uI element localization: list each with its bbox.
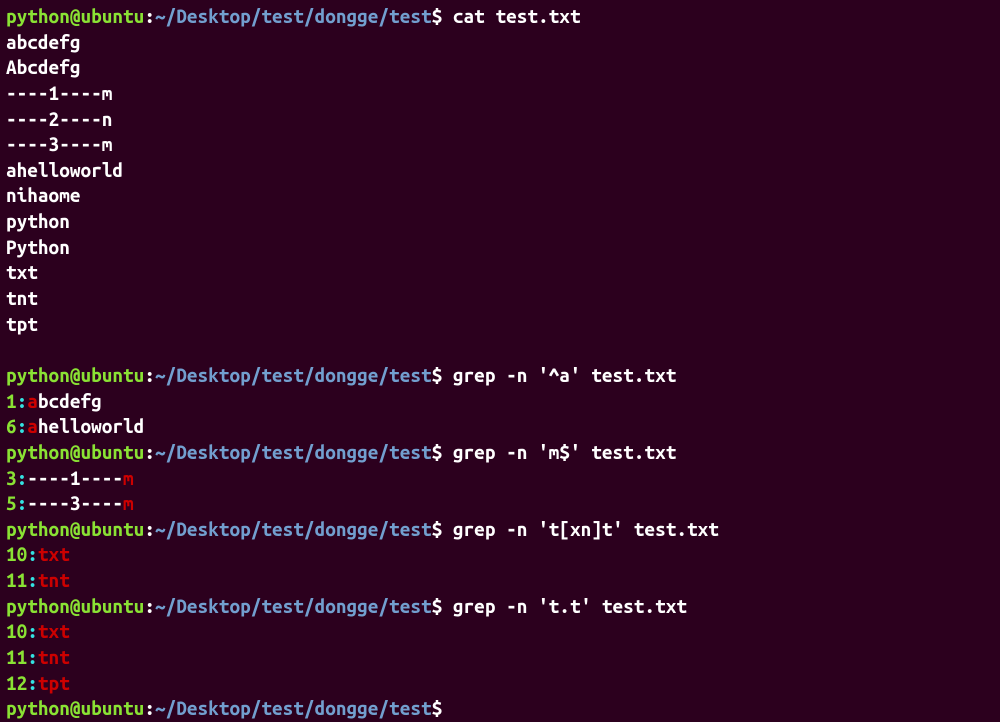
prompt-tilde: ~ [155,518,166,540]
grep-linenum: 10 [6,543,27,565]
grep-match: tnt [38,569,70,591]
grep-linenum: 1 [6,390,17,412]
grep-linenum: 11 [6,646,27,668]
grep-result: 6:ahelloworld [6,414,994,440]
prompt-line-current[interactable]: python@ubuntu:~/Desktop/test/dongge/test… [6,696,994,722]
blank-line [6,337,994,363]
prompt-colon: : [144,441,155,463]
prompt-user: python@ubuntu [6,441,144,463]
grep-rest: helloworld [38,415,144,437]
output-line: ahelloworld [6,158,994,184]
prompt-user: python@ubuntu [6,5,144,27]
command-text: cat test.txt [442,5,580,27]
terminal-output: python@ubuntu:~/Desktop/test/dongge/test… [6,4,994,722]
prompt-dollar: $ [432,697,443,719]
prompt-line[interactable]: python@ubuntu:~/Desktop/test/dongge/test… [6,363,994,389]
grep-sep: : [27,569,38,591]
command-text: grep -n 'm$' test.txt [442,441,676,463]
prompt-dollar: $ [432,518,443,540]
prompt-user: python@ubuntu [6,697,144,719]
grep-sep: : [17,390,28,412]
prompt-colon: : [144,697,155,719]
output-line: Abcdefg [6,55,994,81]
grep-sep: : [27,646,38,668]
grep-match: tnt [38,646,70,668]
prompt-colon: : [144,518,155,540]
prompt-dollar: $ [432,595,443,617]
grep-result: 11:tnt [6,568,994,594]
prompt-tilde: ~ [155,5,166,27]
grep-match: m [123,492,134,514]
grep-sep: : [17,415,28,437]
prompt-dollar: $ [432,364,443,386]
output-line: ----2----n [6,107,994,133]
output-line: python [6,209,994,235]
prompt-path: /Desktop/test/dongge/test [166,697,432,719]
grep-linenum: 10 [6,620,27,642]
prompt-line[interactable]: python@ubuntu:~/Desktop/test/dongge/test… [6,594,994,620]
grep-sep: : [27,672,38,694]
grep-result: 5:----3----m [6,491,994,517]
output-line: Python [6,235,994,261]
command-text: grep -n '^a' test.txt [442,364,676,386]
grep-match: txt [38,620,70,642]
grep-rest: ----1---- [27,467,123,489]
grep-result: 3:----1----m [6,466,994,492]
prompt-tilde: ~ [155,441,166,463]
prompt-line[interactable]: python@ubuntu:~/Desktop/test/dongge/test… [6,4,994,30]
grep-sep: : [27,543,38,565]
grep-sep: : [17,492,28,514]
prompt-path: /Desktop/test/dongge/test [166,364,432,386]
command-text: grep -n 't[xn]t' test.txt [442,518,719,540]
output-line: ----3----m [6,132,994,158]
grep-rest: bcdefg [38,390,102,412]
prompt-path: /Desktop/test/dongge/test [166,595,432,617]
prompt-tilde: ~ [155,697,166,719]
output-line: txt [6,260,994,286]
output-line: tpt [6,312,994,338]
grep-match: m [123,467,134,489]
grep-match: tpt [38,672,70,694]
grep-match: a [27,390,38,412]
prompt-user: python@ubuntu [6,364,144,386]
grep-linenum: 12 [6,672,27,694]
output-line: abcdefg [6,30,994,56]
prompt-line[interactable]: python@ubuntu:~/Desktop/test/dongge/test… [6,440,994,466]
prompt-dollar: $ [432,441,443,463]
prompt-tilde: ~ [155,364,166,386]
grep-match: txt [38,543,70,565]
output-line: nihaome [6,183,994,209]
prompt-tilde: ~ [155,595,166,617]
grep-result: 11:tnt [6,645,994,671]
prompt-user: python@ubuntu [6,595,144,617]
grep-result: 10:txt [6,542,994,568]
prompt-colon: : [144,364,155,386]
grep-match: a [27,415,38,437]
command-text: grep -n 't.t' test.txt [442,595,687,617]
grep-sep: : [17,467,28,489]
grep-linenum: 11 [6,569,27,591]
prompt-line[interactable]: python@ubuntu:~/Desktop/test/dongge/test… [6,517,994,543]
grep-rest: ----3---- [27,492,123,514]
grep-sep: : [27,620,38,642]
output-line: tnt [6,286,994,312]
output-line: ----1----m [6,81,994,107]
prompt-colon: : [144,5,155,27]
grep-result: 12:tpt [6,671,994,697]
prompt-user: python@ubuntu [6,518,144,540]
grep-linenum: 6 [6,415,17,437]
prompt-colon: : [144,595,155,617]
prompt-dollar: $ [432,5,443,27]
grep-linenum: 5 [6,492,17,514]
prompt-path: /Desktop/test/dongge/test [166,441,432,463]
grep-linenum: 3 [6,467,17,489]
prompt-path: /Desktop/test/dongge/test [166,518,432,540]
grep-result: 10:txt [6,619,994,645]
prompt-path: /Desktop/test/dongge/test [166,5,432,27]
grep-result: 1:abcdefg [6,389,994,415]
